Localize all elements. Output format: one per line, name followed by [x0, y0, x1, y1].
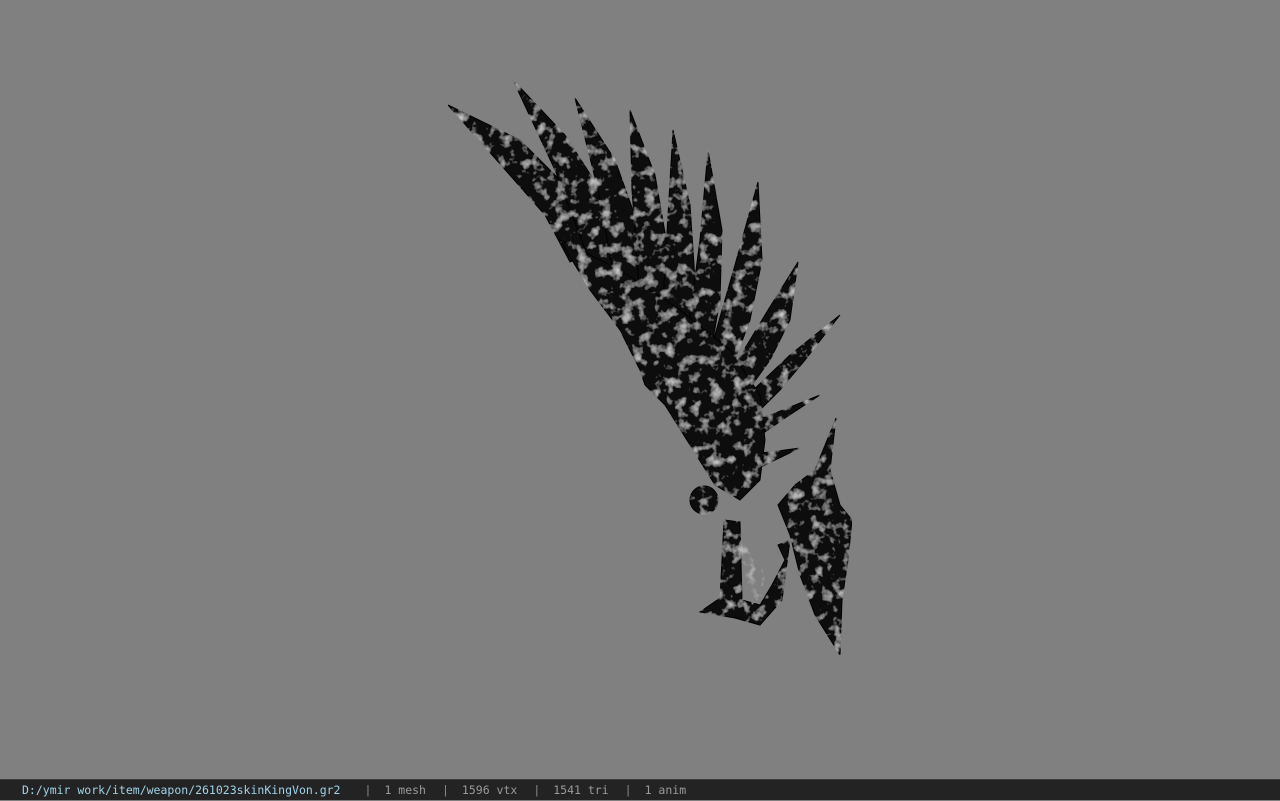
wing-spike-5 [661, 129, 696, 331]
anim-count: 1 anim [644, 782, 687, 797]
vertex-count: 1596 vtx [461, 782, 518, 797]
weapon-model-render[interactable] [0, 0, 1280, 779]
guard-ring [689, 485, 719, 515]
handle-loop [740, 540, 768, 605]
status-bar: D:/ymir work/item/weapon/261023skinKingV… [0, 779, 1280, 800]
mesh-count: 1 mesh [384, 782, 426, 797]
status-separator: | [533, 782, 541, 797]
status-separator: | [441, 782, 449, 797]
triangle-count: 1541 tri [553, 782, 609, 797]
status-separator: | [364, 782, 372, 797]
file-path-label: D:/ymir work/item/weapon/261023skinKingV… [22, 782, 341, 797]
3d-viewport[interactable] [0, 0, 1280, 779]
status-separator: | [624, 782, 632, 797]
